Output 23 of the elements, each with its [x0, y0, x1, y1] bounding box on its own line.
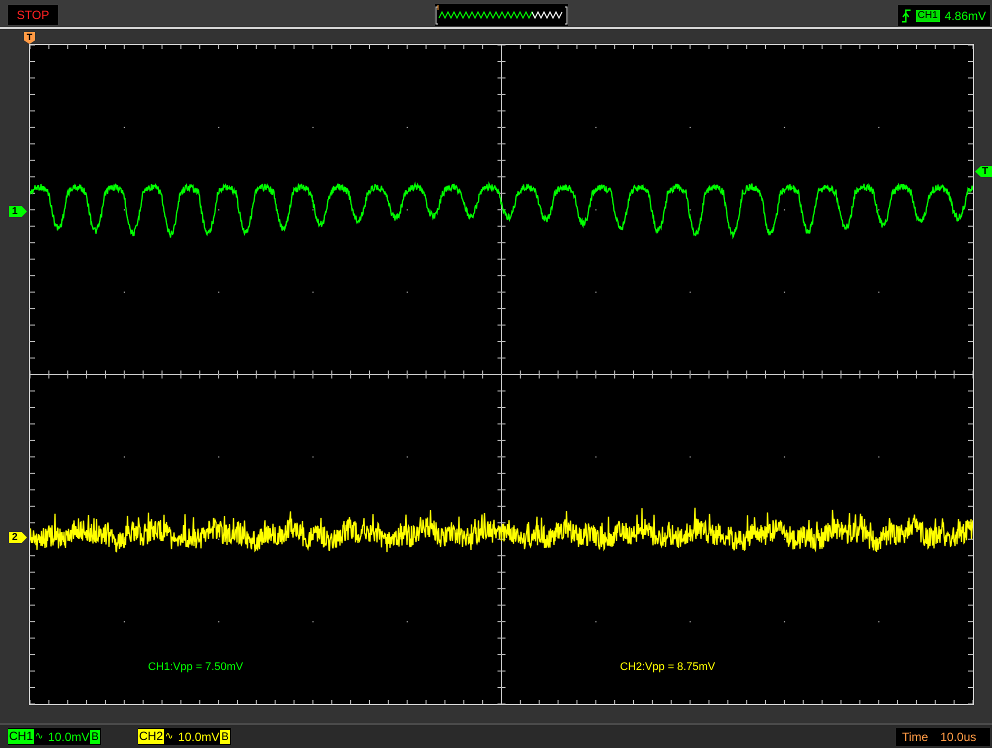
- coupling-symbol: ∿: [165, 730, 174, 744]
- timebase-label: Time: [902, 729, 928, 746]
- coupling-symbol: ∿: [35, 730, 44, 744]
- volts-per-division: 10.0mV: [178, 728, 220, 746]
- trigger-position-marker[interactable]: T: [24, 32, 35, 44]
- channel-marker[interactable]: 1: [9, 206, 27, 217]
- timebase-panel[interactable]: Time 10.0us: [896, 728, 990, 746]
- volts-per-division: 10.0mV: [48, 728, 90, 746]
- channel-label: CH1: [8, 729, 34, 744]
- time-per-division: 10.0us: [940, 729, 976, 746]
- channel-scale-panel[interactable]: CH2 ∿ 10.0mV B: [138, 728, 231, 745]
- channel-marker[interactable]: 2: [9, 532, 27, 543]
- run-status[interactable]: STOP: [8, 5, 58, 25]
- rising-edge-icon: [902, 8, 911, 22]
- channel-scale-panel[interactable]: CH1 ∿ 10.0mV B: [8, 728, 101, 745]
- bandwidth-limit-badge: B: [90, 730, 100, 744]
- trigger-channel: CH1: [916, 10, 940, 22]
- vpp-measurement: CH1:Vpp = 7.50mV: [148, 660, 244, 675]
- vpp-measurement: CH2:Vpp = 8.75mV: [620, 660, 716, 675]
- trigger-level-marker[interactable]: T: [975, 166, 992, 177]
- bandwidth-limit-badge: B: [220, 730, 230, 744]
- trigger-level: 4.86mV: [944, 8, 986, 24]
- channel-label: CH2: [138, 729, 164, 744]
